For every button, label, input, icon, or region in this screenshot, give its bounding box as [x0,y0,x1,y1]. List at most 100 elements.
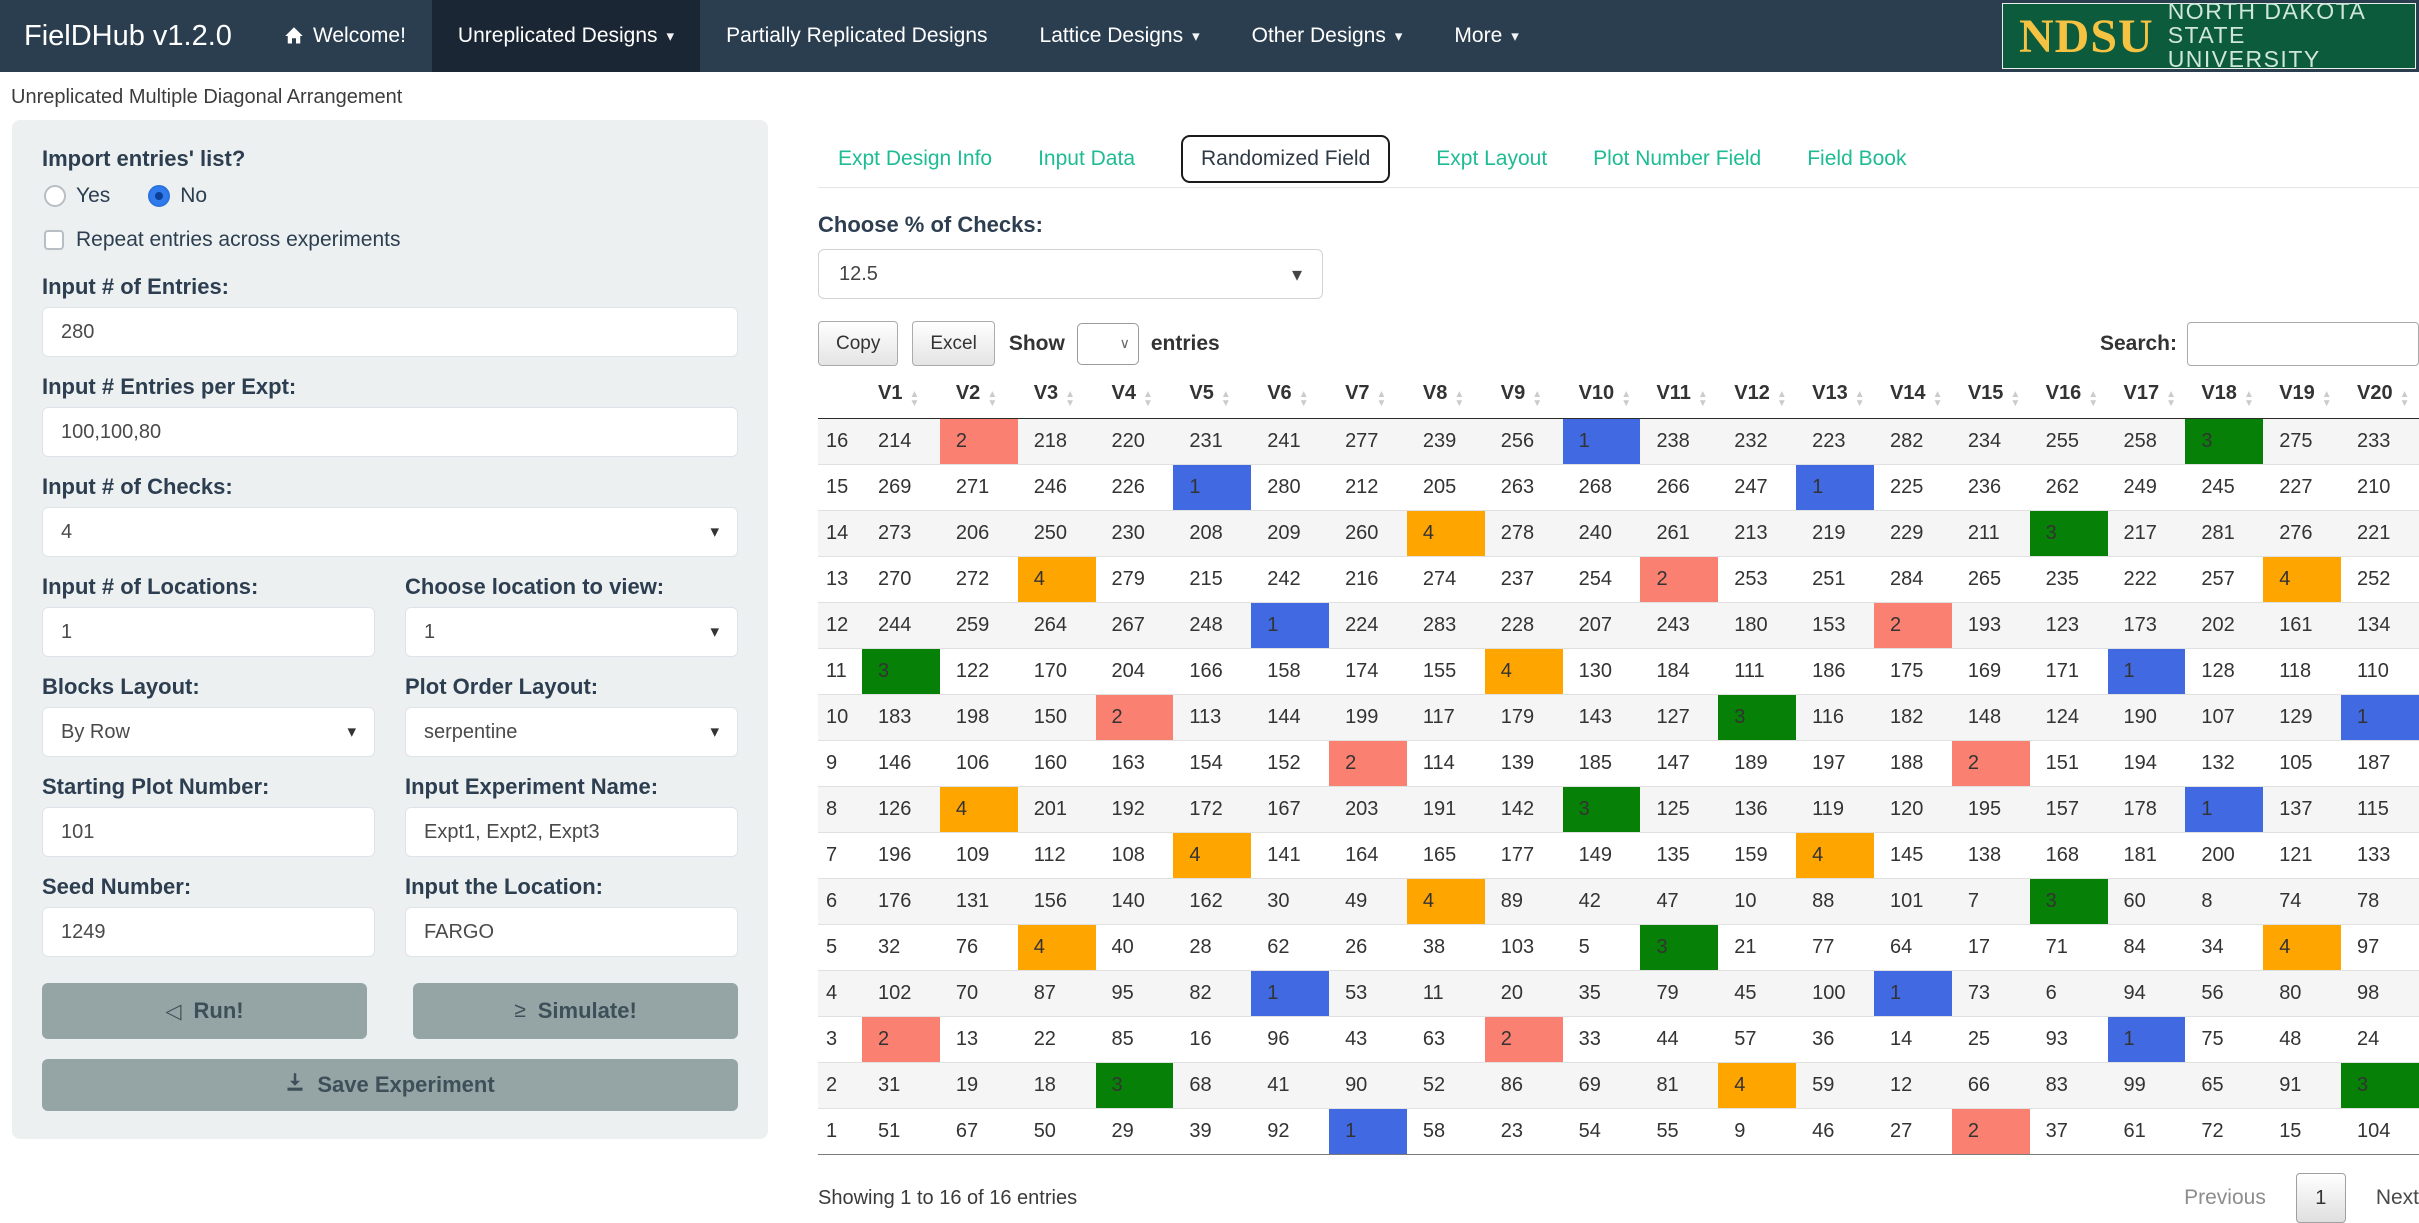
check-cell: 2 [1952,1109,2030,1155]
column-header-v10[interactable]: V10▲▼ [1563,378,1641,419]
entry-cell: 7 [1952,879,2030,925]
nav-item-lattice-designs[interactable]: Lattice Designs▾ [1014,0,1226,72]
entry-cell: 44 [1640,1017,1718,1063]
column-header-v19[interactable]: V19▲▼ [2263,378,2341,419]
column-header-v5[interactable]: V5▲▼ [1173,378,1251,419]
next-page-button[interactable]: Next [2376,1186,2419,1210]
run-button[interactable]: ◁ Run! [42,983,367,1039]
location-label: Input the Location: [405,874,738,900]
tab-field-book[interactable]: Field Book [1807,137,1906,181]
radio-yes-circle-icon[interactable] [44,185,66,207]
page-number-button[interactable]: 1 [2296,1173,2346,1223]
entry-cell: 277 [1329,419,1407,465]
column-header-v4[interactable]: V4▲▼ [1096,378,1174,419]
entry-cell: 11 [1407,971,1485,1017]
entry-cell: 135 [1640,833,1718,879]
plot-order-select[interactable]: serpentine ▾ [405,707,738,757]
entry-cell: 54 [1563,1109,1641,1155]
column-header-v3[interactable]: V3▲▼ [1018,378,1096,419]
check-cell: 4 [1796,833,1874,879]
entry-cell: 149 [1563,833,1641,879]
entries-input[interactable] [42,307,738,357]
location-input[interactable] [405,907,738,957]
tab-input-data[interactable]: Input Data [1038,137,1135,181]
column-header-v1[interactable]: V1▲▼ [862,378,940,419]
entry-cell: 130 [1563,649,1641,695]
seed-input[interactable] [42,907,375,957]
column-header-v7[interactable]: V7▲▼ [1329,378,1407,419]
entry-cell: 30 [1251,879,1329,925]
entry-cell: 235 [2030,557,2108,603]
entry-cell: 29 [1096,1109,1174,1155]
sort-arrows-icon: ▲▼ [2400,390,2410,408]
table-row: 1224425926426724812242832282072431801532… [818,603,2419,649]
entry-cell: 85 [1096,1017,1174,1063]
nav-item-partially-replicated-designs[interactable]: Partially Replicated Designs [700,0,1013,72]
tab-expt-design-info[interactable]: Expt Design Info [838,137,992,181]
radio-no-circle-icon[interactable] [148,185,170,207]
row-label: 13 [818,557,862,603]
excel-button[interactable]: Excel [912,321,994,366]
simulate-button[interactable]: ≥ Simulate! [413,983,738,1039]
entry-cell: 199 [1329,695,1407,741]
entry-cell: 132 [2185,741,2263,787]
entry-cell: 111 [1718,649,1796,695]
entry-cell: 164 [1329,833,1407,879]
radio-no-label: No [180,184,207,208]
entry-cell: 150 [1018,695,1096,741]
radio-no[interactable]: No [148,184,207,208]
column-header-label: V6 [1267,382,1291,404]
column-header-v6[interactable]: V6▲▼ [1251,378,1329,419]
view-location-value: 1 [424,621,435,644]
column-header-v14[interactable]: V14▲▼ [1874,378,1952,419]
check-cell: 2 [940,419,1018,465]
blocks-layout-select[interactable]: By Row ▾ [42,707,375,757]
column-header-v11[interactable]: V11▲▼ [1640,378,1718,419]
entry-cell: 187 [2341,741,2419,787]
row-label-column-header[interactable] [818,378,862,419]
start-plot-input[interactable] [42,807,375,857]
save-experiment-button[interactable]: Save Experiment [42,1059,738,1111]
entry-cell: 234 [1952,419,2030,465]
tab-expt-layout[interactable]: Expt Layout [1436,137,1547,181]
nav-item-unreplicated-designs[interactable]: Unreplicated Designs▾ [432,0,700,72]
entry-cell: 18 [1018,1063,1096,1109]
num-checks-select[interactable]: 4 ▾ [42,507,738,557]
num-locations-input[interactable] [42,607,375,657]
checks-percent-select[interactable]: 12.5 ▾ [818,249,1323,299]
radio-yes[interactable]: Yes [44,184,110,208]
entries-per-expt-input[interactable] [42,407,738,457]
column-header-v17[interactable]: V17▲▼ [2108,378,2186,419]
column-header-v12[interactable]: V12▲▼ [1718,378,1796,419]
nav-item-welcome[interactable]: Welcome! [258,0,432,72]
column-header-v13[interactable]: V13▲▼ [1796,378,1874,419]
column-header-v8[interactable]: V8▲▼ [1407,378,1485,419]
expt-name-label: Input Experiment Name: [405,774,738,800]
tab-plot-number-field[interactable]: Plot Number Field [1593,137,1761,181]
previous-page-button[interactable]: Previous [2184,1186,2266,1210]
nav-item-more[interactable]: More▾ [1428,0,1544,72]
entry-cell: 217 [2108,511,2186,557]
column-header-v2[interactable]: V2▲▼ [940,378,1018,419]
search-input[interactable] [2187,322,2419,366]
column-header-v15[interactable]: V15▲▼ [1952,378,2030,419]
column-header-v20[interactable]: V20▲▼ [2341,378,2419,419]
page-length-select[interactable]: ∨ [1077,323,1139,365]
entry-cell: 68 [1173,1063,1251,1109]
column-header-v16[interactable]: V16▲▼ [2030,378,2108,419]
check-cell: 3 [1096,1063,1174,1109]
expt-name-input[interactable] [405,807,738,857]
column-header-v9[interactable]: V9▲▼ [1485,378,1563,419]
view-location-select[interactable]: 1 ▾ [405,607,738,657]
num-checks-label: Input # of Checks: [42,474,738,500]
nav-item-other-designs[interactable]: Other Designs▾ [1226,0,1429,72]
tab-randomized-field[interactable]: Randomized Field [1181,135,1390,183]
repeat-entries-checkbox[interactable] [44,230,64,250]
entry-cell: 40 [1096,925,1174,971]
copy-button[interactable]: Copy [818,321,898,366]
entry-cell: 79 [1640,971,1718,1017]
column-header-v18[interactable]: V18▲▼ [2185,378,2263,419]
check-cell: 3 [862,649,940,695]
check-cell: 2 [1640,557,1718,603]
column-header-label: V7 [1345,382,1369,404]
